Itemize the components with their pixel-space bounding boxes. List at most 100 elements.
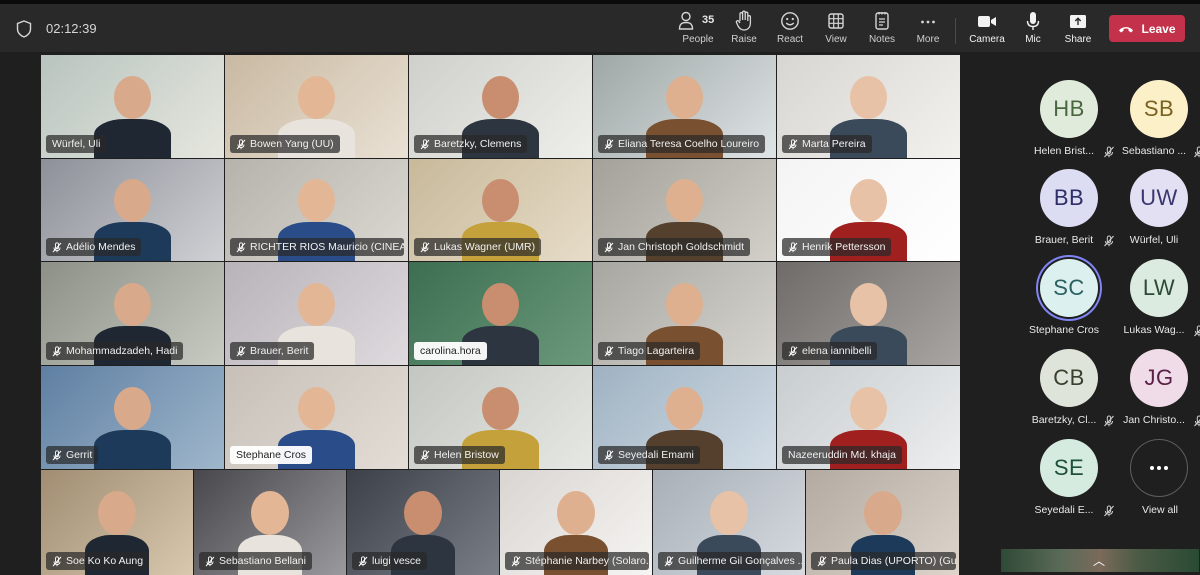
participant-face <box>710 491 748 535</box>
camera-button[interactable]: Camera <box>961 10 1013 50</box>
mic-off-icon <box>511 555 521 566</box>
side-participant-card[interactable]: SE Seyedali E... <box>1025 439 1115 527</box>
participant-face <box>404 491 442 535</box>
people-icon <box>672 10 724 32</box>
mic-off-icon <box>1193 145 1200 158</box>
video-tile[interactable]: Sebastiano Bellani <box>194 470 346 575</box>
meeting-timer: 02:12:39 <box>46 21 97 36</box>
mic-off-icon <box>604 138 614 149</box>
participant-name-tag: Jan Christoph Goldschmidt <box>598 238 751 256</box>
side-participant-name: Jan Christo... <box>1123 414 1185 426</box>
video-tile[interactable]: Seyedali Emami <box>593 366 776 469</box>
video-tile[interactable]: Adélio Mendes <box>41 159 224 261</box>
side-participant-name: Lukas Wag... <box>1123 324 1185 336</box>
participant-name-tag: Brauer, Berit <box>230 342 315 360</box>
video-tile[interactable]: RICHTER RIOS Mauricio (CINEA) <box>225 159 408 261</box>
grid-icon <box>810 10 862 32</box>
participant-name-tag: Tiago Lagarteira <box>598 342 701 360</box>
side-participant-card[interactable]: CB Baretzky, Cl... <box>1025 349 1115 437</box>
mic-off-icon <box>604 345 614 356</box>
side-participant-card[interactable]: HB Helen Brist... <box>1025 80 1115 168</box>
participant-name-tag: RICHTER RIOS Mauricio (CINEA) <box>230 238 404 256</box>
smiley-icon <box>764 10 816 32</box>
people-label: People <box>682 34 714 45</box>
video-tile[interactable]: Stéphanie Narbey (Solaro... <box>500 470 652 575</box>
share-button[interactable]: Share <box>1052 10 1104 50</box>
video-tile[interactable]: Paula Dias (UPORTO) (Gu... <box>806 470 959 575</box>
video-tile[interactable]: luigi vesce <box>347 470 499 575</box>
mic-off-icon <box>1193 414 1200 427</box>
participant-name: Baretzky, Clemens <box>434 138 522 150</box>
avatar: HB <box>1040 80 1098 138</box>
video-tile[interactable]: Tiago Lagarteira <box>593 262 776 365</box>
video-tile[interactable]: Guilherme Gil Gonçalves ... <box>653 470 805 575</box>
video-tile[interactable]: Lukas Wagner (UMR) <box>409 159 592 261</box>
video-tile[interactable]: carolina.hora <box>409 262 592 365</box>
camera-label: Camera <box>969 34 1005 45</box>
side-participant-card[interactable]: LW Lukas Wag... <box>1115 259 1200 347</box>
more-label: More <box>916 34 940 45</box>
meeting-stage: Würfel, Uli Bowen Yang (UU) Baretzky, Clem… <box>0 52 1200 575</box>
participant-name-tag: Helen Bristow <box>414 446 505 464</box>
side-participant-card[interactable]: BB Brauer, Berit <box>1025 169 1115 257</box>
participant-face <box>482 283 519 326</box>
self-view-preview[interactable]: ︿ <box>1001 549 1199 572</box>
participant-name-tag: Paula Dias (UPORTO) (Gu... <box>811 552 957 570</box>
phone-hangup-icon <box>1119 26 1134 32</box>
participant-face <box>666 179 703 222</box>
participant-face <box>114 283 151 326</box>
ellipsis-icon <box>902 10 954 32</box>
participant-name-tag: carolina.hora <box>414 342 487 360</box>
side-participant-name: Stephane Cros <box>1028 324 1100 336</box>
shield-icon[interactable] <box>16 20 32 38</box>
participant-face <box>482 179 519 222</box>
video-tile[interactable]: Würfel, Uli <box>41 55 224 158</box>
participant-name: Sebastiano Bellani <box>219 555 306 567</box>
view-button[interactable]: View <box>810 10 862 50</box>
video-tile[interactable]: Marta Pereira <box>777 55 960 158</box>
participant-name: Guilherme Gil Gonçalves ... <box>678 555 803 567</box>
participant-face <box>482 387 519 430</box>
video-tile[interactable]: Henrik Pettersson <box>777 159 960 261</box>
video-tile[interactable]: Nazeeruddin Md. khaja <box>777 366 960 469</box>
share-icon <box>1052 10 1104 32</box>
video-tile[interactable]: Eliana Teresa Coelho Loureiro <box>593 55 776 158</box>
video-tile[interactable]: Brauer, Berit <box>225 262 408 365</box>
video-tile[interactable]: Baretzky, Clemens <box>409 55 592 158</box>
participant-name: Henrik Pettersson <box>802 241 886 253</box>
more-button[interactable]: More <box>902 10 954 50</box>
video-tile[interactable]: Soe Ko Ko Aung <box>41 470 193 575</box>
avatar: UW <box>1130 169 1188 227</box>
participant-face <box>850 179 887 222</box>
react-button[interactable]: React <box>764 10 816 50</box>
chevron-up-icon[interactable]: ︿ <box>1093 552 1105 569</box>
video-tile[interactable]: Stephane Cros <box>225 366 408 469</box>
leave-button[interactable]: Leave <box>1109 15 1185 42</box>
raise-hand-button[interactable]: Raise <box>718 10 770 50</box>
participant-count: 35 <box>702 14 715 26</box>
notes-button[interactable]: Notes <box>856 10 908 50</box>
participant-name: Marta Pereira <box>802 138 866 150</box>
participant-name: Adélio Mendes <box>66 241 136 253</box>
mic-off-icon <box>205 555 215 566</box>
side-participant-card[interactable]: SB Sebastiano ... <box>1115 80 1200 168</box>
participant-name-tag: Würfel, Uli <box>46 135 107 153</box>
side-participant-name: Brauer, Berit <box>1034 234 1094 246</box>
participant-face <box>557 491 595 535</box>
react-label: React <box>776 34 804 45</box>
mic-off-icon <box>1193 324 1200 337</box>
video-tile[interactable]: Jan Christoph Goldschmidt <box>593 159 776 261</box>
video-tile[interactable]: Bowen Yang (UU) <box>225 55 408 158</box>
side-participant-card[interactable]: JG Jan Christo... <box>1115 349 1200 437</box>
participant-name: Soe Ko Ko Aung <box>66 555 144 567</box>
video-tile[interactable]: Mohammadzadeh, Hadi <box>41 262 224 365</box>
video-tile[interactable]: elena iannibelli <box>777 262 960 365</box>
side-participant-card[interactable]: UW Würfel, Uli <box>1115 169 1200 257</box>
video-tile[interactable]: Helen Bristow <box>409 366 592 469</box>
side-participant-card[interactable]: SC Stephane Cros <box>1025 259 1115 347</box>
participant-name-tag: Bowen Yang (UU) <box>230 135 340 153</box>
video-tile[interactable]: Gerrit <box>41 366 224 469</box>
view-all-button[interactable]: View all <box>1115 439 1200 527</box>
people-button[interactable]: 35 People <box>672 10 724 50</box>
mic-off-icon <box>604 449 614 460</box>
